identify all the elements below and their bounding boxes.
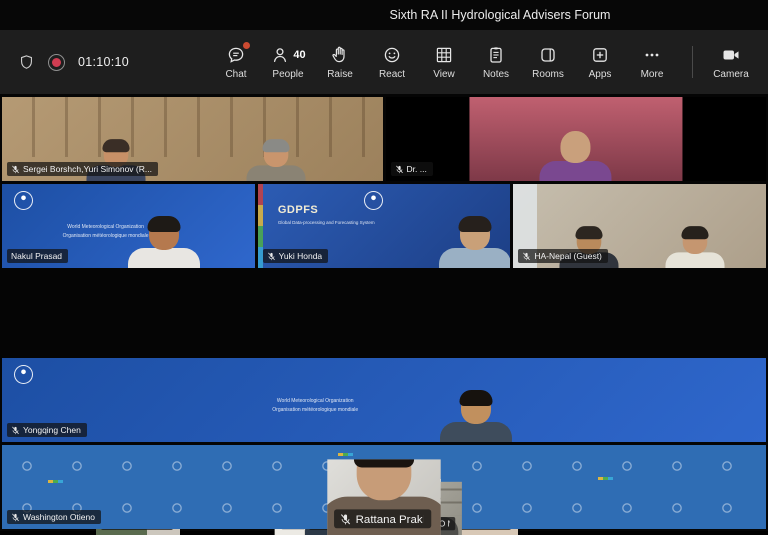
gdpfs-backdrop-subtitle: Global Data-processing and Forecasting S… xyxy=(278,219,419,226)
participant-name: Dr. ... xyxy=(407,164,427,174)
mic-muted-icon xyxy=(267,252,276,261)
mic-muted-icon xyxy=(11,165,20,174)
toolbar-separator xyxy=(692,46,693,78)
security-shield-icon xyxy=(18,53,35,72)
scene-accent xyxy=(258,184,263,268)
recording-indicator-icon xyxy=(48,54,65,71)
participant-name: Yongqing Chen xyxy=(23,425,81,435)
apps-button-label: Apps xyxy=(589,69,612,80)
meeting-timer: 01:10:10 xyxy=(78,55,129,69)
video-tile[interactable]: World Meteorological OrganizationOrganis… xyxy=(2,358,766,442)
climate-stripes xyxy=(338,453,353,456)
tile-row: SATO / RA-II-WG-I (ゲス...Nirina Ravaliter… xyxy=(2,271,766,355)
wmo-logo-icon xyxy=(364,191,383,210)
participant-nameplate: Sergei Borshch,Yuri Simonov (R... xyxy=(7,162,158,176)
participant-name: Washington Otieno xyxy=(23,512,95,522)
mic-muted-icon xyxy=(11,513,20,522)
more-button[interactable]: More xyxy=(626,30,678,94)
rooms-button[interactable]: Rooms xyxy=(522,30,574,94)
react-button-label: React xyxy=(379,69,405,80)
window-titlebar: Sixth RA II Hydrological Advisers Forum xyxy=(0,0,768,30)
more-button-label: More xyxy=(641,69,664,80)
participant-name: Rattana Prakhammintara... xyxy=(356,512,424,526)
participant-name: Nakul Prasad xyxy=(11,251,62,261)
participant-nameplate: Yuki Honda xyxy=(263,249,328,263)
more-ellipsis-icon xyxy=(642,44,662,65)
video-tile[interactable]: Sergei Borshch,Yuri Simonov (R... xyxy=(2,97,383,181)
mic-muted-icon xyxy=(395,165,404,174)
participant-video-figure xyxy=(242,139,311,181)
apps-button[interactable]: Apps xyxy=(574,30,626,94)
meeting-toolbar: 01:10:10 Chat 40 People Raise React View… xyxy=(0,30,768,94)
participant-nameplate: HA-Nepal (Guest) xyxy=(518,249,608,263)
notes-button[interactable]: Notes xyxy=(470,30,522,94)
participant-video-figure xyxy=(122,216,206,268)
participant-nameplate: Washington Otieno xyxy=(7,510,101,524)
meeting-title: Sixth RA II Hydrological Advisers Forum xyxy=(390,8,611,22)
tile-row: TMD_W Petsuwan (Guest)Washington OtienoS… xyxy=(2,445,766,529)
raise-hand-icon xyxy=(330,44,350,65)
video-tile[interactable]: Dr. ... xyxy=(386,97,767,181)
mic-muted-icon xyxy=(339,513,351,525)
participant-count: 40 xyxy=(293,49,305,61)
chat-button[interactable]: Chat xyxy=(210,30,262,94)
participant-video-figure xyxy=(434,390,518,442)
view-grid-icon xyxy=(434,44,454,65)
video-grid: Valeria Koliy (Rus) (гость)Sergei Borshc… xyxy=(0,94,768,531)
climate-stripes xyxy=(598,477,613,480)
apps-plus-icon xyxy=(590,44,610,65)
video-tile[interactable]: GDPFS Global Data-processing and Forecast… xyxy=(258,184,511,268)
react-smiley-icon xyxy=(382,44,402,65)
rooms-button-label: Rooms xyxy=(532,69,564,80)
participant-video-figure xyxy=(433,216,510,268)
notes-icon xyxy=(486,44,506,65)
raise-button-label: Raise xyxy=(327,69,353,80)
chat-notification-badge xyxy=(243,42,250,49)
camera-button[interactable]: Camera xyxy=(698,30,764,94)
portrait-video-strip xyxy=(469,97,682,181)
raise-hand-button[interactable]: Raise xyxy=(314,30,366,94)
participant-name: HA-Nepal (Guest) xyxy=(534,251,602,261)
view-button[interactable]: View xyxy=(418,30,470,94)
chat-button-label: Chat xyxy=(225,69,246,80)
participant-name: Yuki Honda xyxy=(279,251,322,261)
participant-video-figure xyxy=(661,226,730,268)
react-button[interactable]: React xyxy=(366,30,418,94)
people-button[interactable]: 40 People xyxy=(262,30,314,94)
camera-icon xyxy=(721,44,741,65)
video-tile[interactable]: World Meteorological OrganizationOrganis… xyxy=(2,184,255,268)
participant-video-figure xyxy=(534,129,618,181)
wmo-logo-icon xyxy=(14,191,33,210)
people-button-label: People xyxy=(272,69,303,80)
participant-name: Sergei Borshch,Yuri Simonov (R... xyxy=(23,164,152,174)
mic-muted-icon xyxy=(11,426,20,435)
tile-row: World Meteorological OrganizationOrganis… xyxy=(2,184,766,268)
participant-nameplate: Yongqing Chen xyxy=(7,423,87,437)
camera-button-label: Camera xyxy=(713,69,749,80)
participant-nameplate: Nakul Prasad xyxy=(7,249,68,263)
participant-nameplate: Rattana Prakhammintara... xyxy=(334,509,431,528)
video-tile[interactable]: Rattana Prakhammintara... xyxy=(327,459,440,535)
meeting-status-group: 01:10:10 xyxy=(18,30,129,94)
tile-row: Valeria Koliy (Rus) (гость)Sergei Borshc… xyxy=(2,97,766,181)
video-tile[interactable]: HA-Nepal (Guest) xyxy=(513,184,766,268)
mic-muted-icon xyxy=(522,252,531,261)
view-button-label: View xyxy=(433,69,455,80)
tile-row: Sung Kim (게스트)338202697002 (Guest)Giacom… xyxy=(2,358,766,442)
people-icon: 40 xyxy=(270,44,305,65)
notes-button-label: Notes xyxy=(483,69,509,80)
wmo-logo-icon xyxy=(14,365,33,384)
participant-nameplate: Dr. ... xyxy=(391,162,433,176)
toolbar-buttons: Chat 40 People Raise React View Notes Ro… xyxy=(210,30,678,94)
rooms-icon xyxy=(538,44,558,65)
chat-icon xyxy=(226,44,246,65)
climate-stripes xyxy=(48,480,63,483)
gdpfs-backdrop-title: GDPFS xyxy=(278,204,318,216)
